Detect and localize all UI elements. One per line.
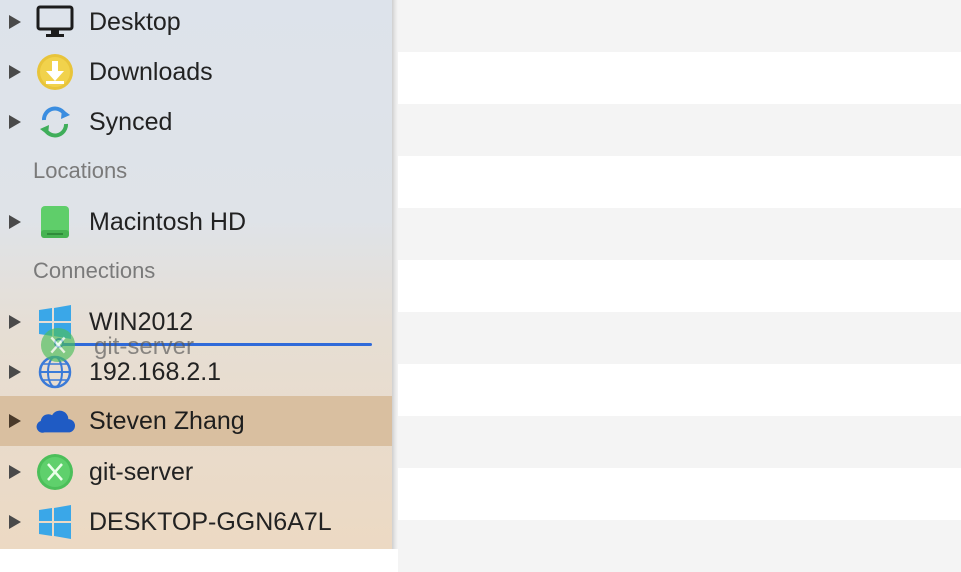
sidebar-item-label: git-server	[89, 457, 194, 486]
disclosure-triangle-icon[interactable]	[9, 65, 21, 79]
disclosure-triangle-icon[interactable]	[9, 414, 21, 428]
list-row[interactable]	[398, 208, 961, 260]
disclosure-triangle-icon[interactable]	[9, 365, 21, 379]
list-row[interactable]	[398, 364, 961, 416]
sidebar-item-desktop[interactable]: Desktop	[0, 0, 392, 47]
sidebar-item-label: Downloads	[89, 57, 213, 86]
list-row[interactable]	[398, 52, 961, 104]
disclosure-triangle-icon[interactable]	[9, 115, 21, 129]
hard-drive-icon	[35, 202, 75, 242]
downloads-icon	[35, 52, 75, 92]
list-row[interactable]	[398, 468, 961, 520]
list-row[interactable]	[398, 156, 961, 208]
sidebar-item-synced[interactable]: Synced	[0, 97, 392, 147]
sidebar-item-downloads[interactable]: Downloads	[0, 47, 392, 97]
git-server-icon	[35, 452, 75, 492]
list-row[interactable]	[398, 0, 961, 52]
sidebar-item-git-server[interactable]: git-server	[0, 447, 392, 497]
drag-ghost-git-server[interactable]: git-server	[40, 327, 195, 364]
section-header-connections: Connections	[33, 258, 156, 283]
file-list-area[interactable]	[398, 0, 961, 572]
disclosure-triangle-icon[interactable]	[9, 315, 21, 329]
sidebar-item-label: Desktop	[89, 7, 181, 36]
list-row[interactable]	[398, 260, 961, 312]
desktop-icon	[35, 2, 75, 42]
disclosure-triangle-icon[interactable]	[9, 515, 21, 529]
onedrive-cloud-icon	[35, 401, 75, 441]
disclosure-triangle-icon[interactable]	[9, 465, 21, 479]
sidebar-item-label: DESKTOP-GGN6A7L	[89, 507, 332, 536]
drag-ghost-label: git-server	[94, 333, 195, 360]
sidebar-item-label: Macintosh HD	[89, 207, 246, 236]
sidebar: Desktop Downloads Synced Locations Macin…	[0, 0, 392, 549]
windows-icon	[35, 502, 75, 542]
sidebar-item-desktop-ggn6a7l[interactable]: DESKTOP-GGN6A7L	[0, 497, 392, 547]
disclosure-triangle-icon[interactable]	[9, 215, 21, 229]
sidebar-item-label: Steven Zhang	[89, 406, 245, 435]
sidebar-item-macintosh-hd[interactable]: Macintosh HD	[0, 197, 392, 247]
list-row[interactable]	[398, 520, 961, 572]
sidebar-item-steven-zhang[interactable]: Steven Zhang	[0, 396, 392, 446]
list-row[interactable]	[398, 416, 961, 468]
disclosure-triangle-icon[interactable]	[9, 15, 21, 29]
list-row[interactable]	[398, 104, 961, 156]
section-header-locations: Locations	[33, 158, 128, 183]
git-server-icon	[40, 327, 76, 368]
sync-icon	[35, 102, 75, 142]
list-row[interactable]	[398, 312, 961, 364]
sidebar-item-label: Synced	[89, 107, 173, 136]
